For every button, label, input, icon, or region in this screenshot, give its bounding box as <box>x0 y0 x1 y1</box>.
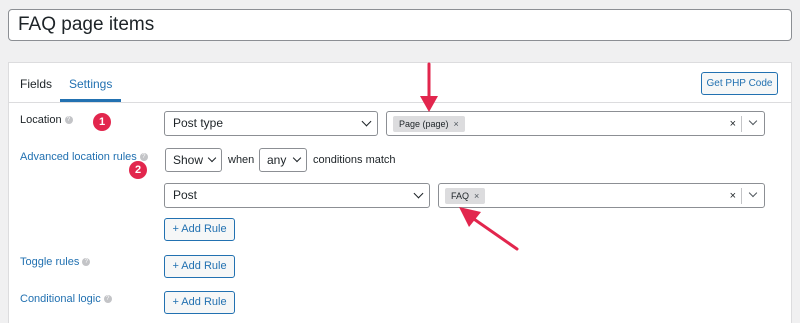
conditional-logic-label[interactable]: Conditional logic? <box>20 293 112 306</box>
chevron-down-icon <box>361 116 372 127</box>
tag-label: FAQ <box>451 191 470 201</box>
separator <box>741 116 742 132</box>
clear-icon[interactable]: × <box>730 116 736 132</box>
toggle-label-text: Toggle rules <box>20 256 80 268</box>
add-conditional-rule-button[interactable]: + Add Rule <box>164 291 235 314</box>
annotation-arrow-down-icon <box>420 62 438 112</box>
help-icon[interactable]: ? <box>103 295 112 304</box>
toggle-rules-label[interactable]: Toggle rules? <box>20 256 91 269</box>
show-hide-select[interactable]: Show <box>165 148 222 172</box>
advanced-label-text: Advanced location rules <box>20 151 137 163</box>
help-icon[interactable]: ? <box>82 258 91 267</box>
field-group-title-input[interactable]: FAQ page items <box>8 9 792 41</box>
chevron-down-icon <box>292 153 302 163</box>
help-icon[interactable]: ? <box>64 116 73 125</box>
when-text: when <box>228 154 255 166</box>
settings-panel: Fields Settings Get PHP Code Location? P… <box>8 62 792 323</box>
location-value-multiselect[interactable]: Page (page) × × <box>386 111 765 136</box>
advanced-location-rules-label[interactable]: Advanced location rules? <box>20 151 148 164</box>
rule-param-select[interactable]: Post <box>164 183 430 208</box>
tab-bar: Fields Settings Get PHP Code <box>9 63 791 103</box>
conditions-match-text: conditions match <box>313 154 396 166</box>
chevron-down-icon[interactable] <box>748 188 758 198</box>
add-rule-button[interactable]: + Add Rule <box>164 218 235 241</box>
location-type-value: Post type <box>173 116 224 130</box>
separator <box>741 188 742 204</box>
location-label-text: Location <box>20 114 62 126</box>
tab-settings[interactable]: Settings <box>69 77 112 91</box>
active-tab-indicator <box>60 99 121 102</box>
annotation-badge-2: 2 <box>129 161 147 179</box>
annotation-arrow-up-left-icon <box>459 207 519 251</box>
tag-remove-icon[interactable]: × <box>474 191 479 201</box>
tab-fields[interactable]: Fields <box>20 77 52 91</box>
tag-label: Page (page) <box>399 119 449 129</box>
show-value: Show <box>173 153 204 167</box>
selected-tag: FAQ × <box>445 188 486 204</box>
add-toggle-rule-button[interactable]: + Add Rule <box>164 255 235 278</box>
any-value: any <box>267 153 287 167</box>
get-php-code-button[interactable]: Get PHP Code <box>701 72 778 95</box>
tag-remove-icon[interactable]: × <box>454 119 459 129</box>
rule-param-value: Post <box>173 188 198 202</box>
location-label: Location? <box>20 114 73 127</box>
selected-tag: Page (page) × <box>393 116 465 132</box>
clear-icon[interactable]: × <box>730 188 736 204</box>
location-type-select[interactable]: Post type <box>164 111 378 136</box>
conditional-label-text: Conditional logic <box>20 293 101 305</box>
help-icon[interactable]: ? <box>139 153 148 162</box>
any-all-select[interactable]: any <box>259 148 307 172</box>
chevron-down-icon <box>207 153 217 163</box>
chevron-down-icon[interactable] <box>748 116 758 126</box>
chevron-down-icon <box>413 188 424 199</box>
annotation-badge-1: 1 <box>93 113 111 131</box>
